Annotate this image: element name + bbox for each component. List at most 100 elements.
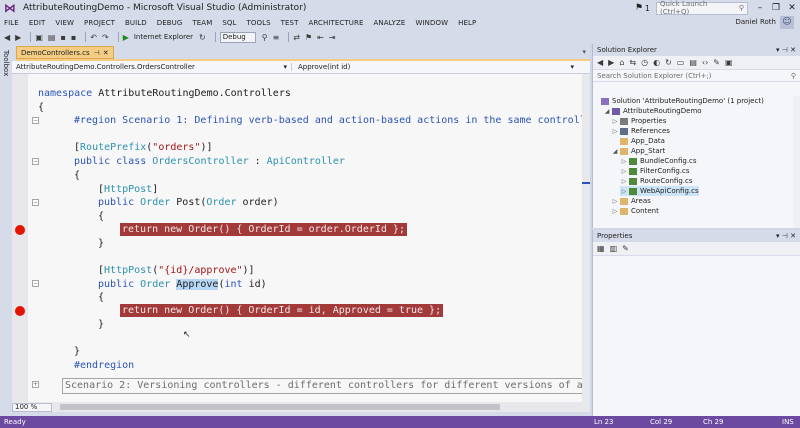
toolbox-strip[interactable]: Toolbox: [0, 44, 12, 416]
tree-item-project[interactable]: ◢ AttributeRoutingDemo: [603, 106, 702, 116]
tree-item-webapiconfig[interactable]: ▷ WebApiConfig.cs: [620, 186, 699, 196]
notification-flag-icon[interactable]: ⚑: [633, 3, 645, 13]
code-line-7[interactable]: [HttpPost]: [98, 184, 158, 195]
collapsed-arrow-icon[interactable]: ▷: [611, 198, 619, 205]
history-icon[interactable]: ◷: [641, 58, 648, 67]
tree-item-solution[interactable]: Solution 'AttributeRoutingDemo' (1 proje…: [601, 96, 764, 106]
close-window-button[interactable]: ✕: [784, 3, 800, 13]
bookmark-icon[interactable]: ⚑: [305, 33, 312, 42]
menu-help[interactable]: HELP: [458, 19, 476, 27]
chevron-down-icon[interactable]: ▾: [776, 232, 780, 240]
refresh-icon[interactable]: ↻: [199, 33, 206, 42]
chevron-down-icon[interactable]: ▾: [776, 46, 780, 54]
code-line-2[interactable]: {: [38, 102, 44, 113]
code-line-18[interactable]: #endregion: [74, 360, 134, 371]
indent-icon[interactable]: ⇥: [329, 33, 336, 42]
expanded-arrow-icon[interactable]: ◢: [603, 108, 611, 115]
back-icon[interactable]: ◀: [597, 58, 603, 67]
forward-icon[interactable]: ▶: [15, 33, 21, 42]
fold-toggle-icon[interactable]: −: [32, 117, 39, 124]
menu-sql[interactable]: SQL: [222, 19, 236, 27]
restore-button[interactable]: ❐: [768, 3, 784, 13]
alphabetical-icon[interactable]: ▥: [610, 244, 618, 253]
minimize-button[interactable]: –: [752, 3, 768, 13]
code-line-17[interactable]: }: [74, 346, 80, 357]
tree-item-app-start[interactable]: ◢ App_Start: [611, 146, 666, 156]
menu-analyze[interactable]: ANALYZE: [373, 19, 405, 27]
run-target-button[interactable]: Internet Explorer: [134, 33, 193, 41]
menu-team[interactable]: TEAM: [192, 19, 212, 27]
undo-icon[interactable]: ↶: [90, 33, 97, 42]
collapsed-arrow-icon[interactable]: ▷: [620, 158, 628, 165]
forward-icon[interactable]: ▶: [608, 58, 614, 67]
sync-icon[interactable]: ⇆: [629, 58, 636, 67]
categorized-icon[interactable]: ▦: [597, 244, 605, 253]
document-tab[interactable]: DemoControllers.cs ⊣ ✕: [16, 46, 114, 59]
code-window[interactable]: − − − − + namespace AttributeRoutingDemo…: [12, 74, 590, 402]
menu-tools[interactable]: TOOLS: [247, 19, 271, 27]
tree-item-bundleconfig[interactable]: ▷ BundleConfig.cs: [620, 156, 697, 166]
tab-list-dropdown-icon[interactable]: ▾: [582, 48, 586, 56]
close-icon[interactable]: ✕: [790, 232, 796, 240]
close-tab-icon[interactable]: ✕: [103, 49, 109, 57]
pin-icon[interactable]: ⊣: [782, 46, 788, 54]
code-line-15[interactable]: return new Order() { OrderId = id, Appro…: [120, 304, 444, 317]
tree-item-filterconfig[interactable]: ▷ FilterConfig.cs: [620, 166, 690, 176]
solution-configuration-select[interactable]: Debug: [219, 31, 256, 43]
property-pages-icon[interactable]: ✎: [622, 244, 629, 253]
view-code-icon[interactable]: ‹›: [702, 58, 708, 67]
quick-launch-input[interactable]: Quick Launch (Ctrl+Q) ⚲: [656, 0, 748, 16]
code-line-3[interactable]: #region Scenario 1: Defining verb-based …: [74, 115, 590, 126]
new-project-icon[interactable]: ▣: [35, 33, 43, 42]
close-icon[interactable]: ✕: [790, 46, 796, 54]
properties-wrench-icon[interactable]: ✎: [713, 58, 720, 67]
menu-edit[interactable]: EDIT: [29, 19, 46, 27]
code-line-12[interactable]: [HttpPost("{id}/approve")]: [98, 265, 255, 276]
expanded-arrow-icon[interactable]: ◢: [611, 148, 619, 155]
breakpoint-icon[interactable]: [15, 306, 25, 316]
breakpoint-margin[interactable]: [12, 74, 28, 402]
class-dropdown[interactable]: AttributeRoutingDemo.Controllers.OrdersC…: [12, 63, 292, 71]
back-icon[interactable]: ◀: [4, 33, 10, 42]
code-line-6[interactable]: {: [74, 170, 80, 181]
menu-window[interactable]: WINDOW: [415, 19, 448, 27]
horizontal-scroll-thumb[interactable]: [60, 404, 500, 410]
collapsed-arrow-icon[interactable]: ▷: [611, 128, 619, 135]
start-debugging-icon[interactable]: ▶: [123, 33, 129, 42]
vertical-scrollbar[interactable]: [582, 74, 590, 402]
menu-architecture[interactable]: ARCHITECTURE: [308, 19, 363, 27]
pin-icon[interactable]: ⊣: [782, 232, 788, 240]
menu-file[interactable]: FILE: [4, 19, 19, 27]
user-name[interactable]: Daniel Roth: [735, 18, 776, 26]
breakpoint-icon[interactable]: [15, 225, 25, 235]
code-line-8[interactable]: public Order Post(Order order): [98, 197, 279, 208]
tree-item-routeconfig[interactable]: ▷ RouteConfig.cs: [620, 176, 693, 186]
outdent-icon[interactable]: ⇤: [317, 33, 324, 42]
horizontal-scrollbar[interactable]: 100 %: [12, 402, 590, 412]
collapsed-arrow-icon[interactable]: ▷: [620, 188, 628, 195]
menu-debug[interactable]: DEBUG: [157, 19, 183, 27]
save-all-icon[interactable]: ▪: [71, 33, 76, 42]
code-line-14[interactable]: {: [98, 292, 104, 303]
pending-changes-icon[interactable]: ◐: [653, 58, 660, 67]
refresh-icon[interactable]: ↻: [665, 58, 672, 67]
fold-toggle-icon[interactable]: −: [32, 280, 39, 287]
code-line-5[interactable]: public class OrdersController : ApiContr…: [74, 156, 345, 167]
code-line-11[interactable]: }: [98, 238, 104, 249]
solution-explorer-scrollbar[interactable]: [793, 96, 800, 228]
collapsed-arrow-icon[interactable]: ▷: [620, 178, 628, 185]
user-avatar-icon[interactable]: ☺: [780, 16, 794, 29]
code-line-10[interactable]: return new Order() { OrderId = order.Ord…: [120, 223, 407, 236]
pin-icon[interactable]: ⊣: [94, 49, 100, 57]
collapse-all-icon[interactable]: ▭: [677, 58, 685, 67]
code-line-16[interactable]: }: [98, 319, 104, 330]
preview-icon[interactable]: ▣: [725, 58, 733, 67]
open-file-icon[interactable]: ▤: [48, 33, 56, 42]
find-in-files-icon[interactable]: ⚲: [262, 33, 268, 42]
collapsed-arrow-icon[interactable]: ▷: [611, 208, 619, 215]
navigate-icon[interactable]: ⇄: [293, 33, 300, 42]
zoom-level-select[interactable]: 100 %: [12, 402, 52, 412]
collapsed-arrow-icon[interactable]: ▷: [611, 118, 619, 125]
fold-toggle-icon[interactable]: −: [32, 199, 39, 206]
toolbox-label[interactable]: Toolbox: [2, 50, 10, 76]
